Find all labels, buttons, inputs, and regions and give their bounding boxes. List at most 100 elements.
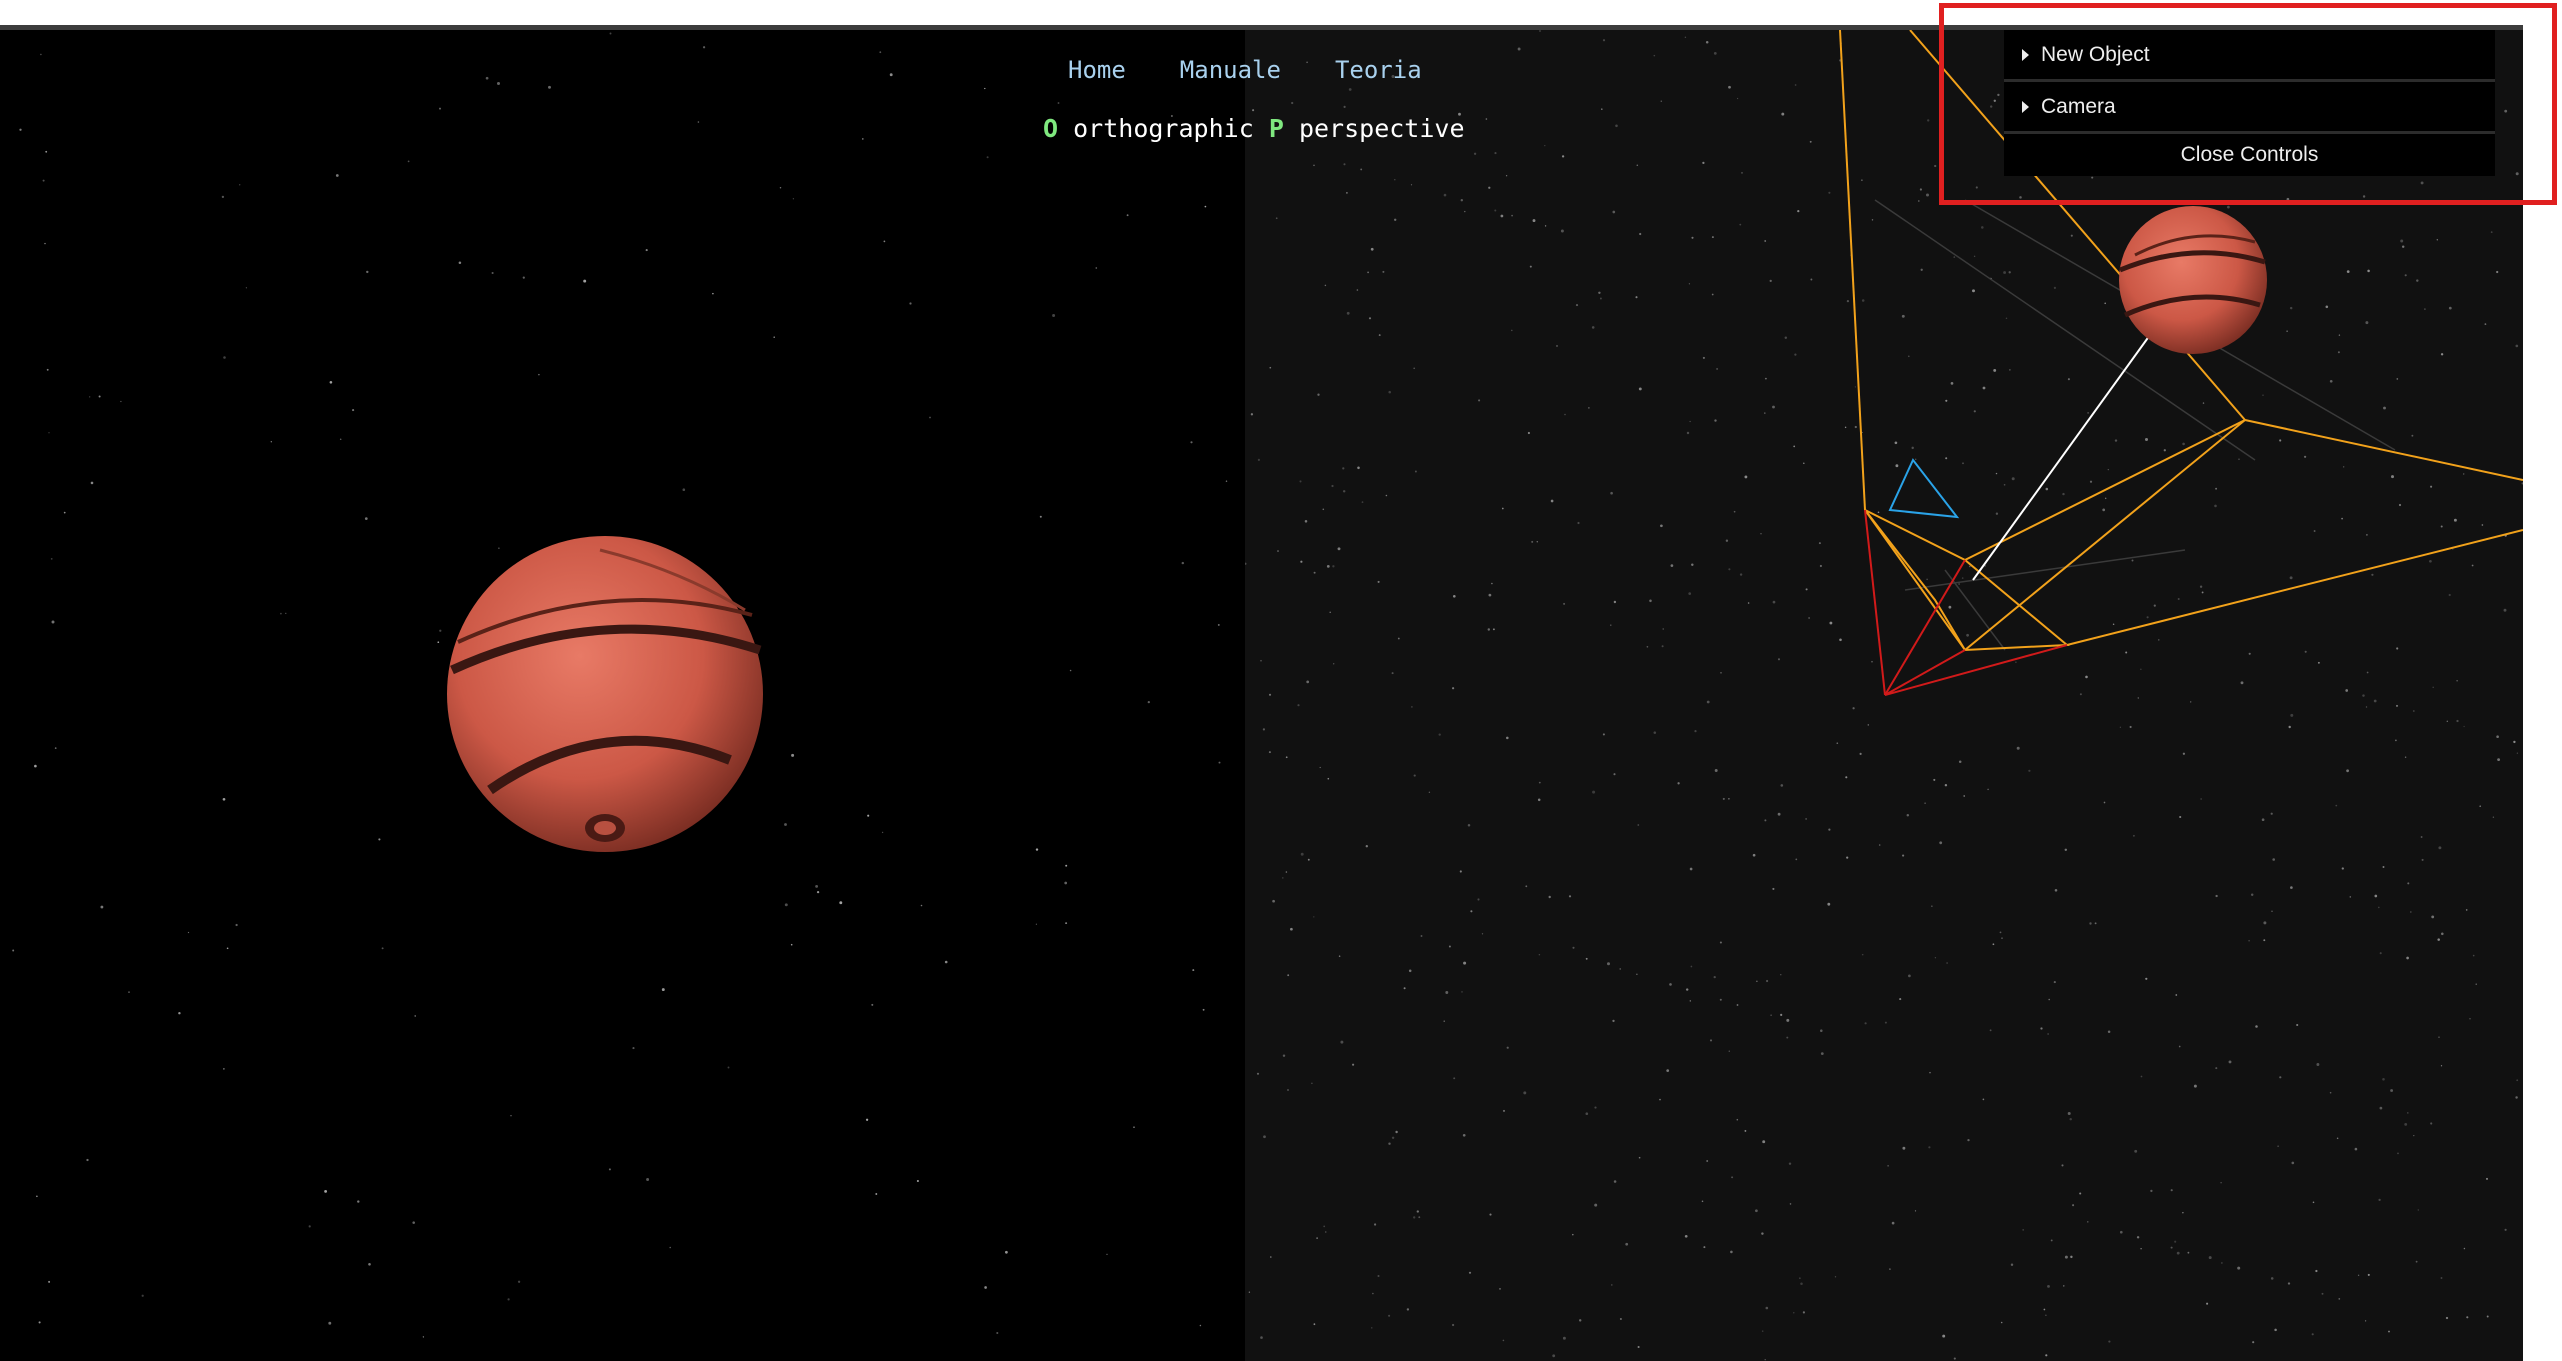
star — [1572, 946, 1575, 949]
star — [1794, 353, 1797, 356]
star — [1270, 1256, 1272, 1258]
star — [2456, 680, 2458, 682]
star — [2193, 1084, 2197, 1088]
star — [1666, 1069, 1670, 1072]
star — [1346, 192, 1348, 194]
camera-folder[interactable]: Camera — [2004, 82, 2495, 134]
star — [2215, 487, 2218, 490]
star — [2341, 867, 2344, 870]
star — [1313, 571, 1316, 574]
star — [1625, 1242, 1629, 1246]
star — [645, 249, 648, 252]
close-controls-button[interactable]: Close Controls — [2004, 134, 2495, 176]
star — [2175, 994, 2178, 996]
star — [1639, 232, 1642, 236]
star — [583, 279, 587, 283]
star — [1300, 560, 1303, 563]
star — [1728, 568, 1731, 571]
star — [2446, 720, 2449, 723]
star — [1793, 445, 1796, 448]
star — [1529, 265, 1532, 268]
star — [1993, 99, 1996, 102]
controls-panel: New Object Camera Close Controls — [2004, 30, 2495, 176]
star — [2050, 1239, 2053, 1242]
star — [2053, 286, 2056, 289]
star — [608, 1168, 611, 1171]
nav-link-manuale[interactable]: Manuale — [1180, 56, 1281, 84]
star — [2104, 497, 2107, 500]
star — [364, 517, 368, 520]
star — [44, 242, 46, 245]
nav-link-home[interactable]: Home — [1068, 56, 1126, 84]
star — [2150, 1189, 2153, 1193]
star — [2329, 1091, 2332, 1094]
persp-label: perspective — [1298, 114, 1465, 143]
star — [2401, 245, 2405, 248]
star — [2317, 661, 2320, 664]
star — [1945, 399, 1948, 402]
star — [1987, 788, 1989, 791]
star — [439, 107, 441, 110]
nav-link-teoria[interactable]: Teoria — [1335, 56, 1422, 84]
star — [2379, 1106, 2383, 1110]
star — [1065, 922, 1068, 925]
star — [1352, 1063, 1355, 1066]
star — [2015, 661, 2017, 663]
star — [1395, 1130, 1398, 1134]
star — [1820, 1052, 1824, 1055]
star — [2484, 323, 2487, 325]
star — [2412, 710, 2415, 712]
star — [223, 356, 226, 359]
star — [2430, 1122, 2433, 1125]
star — [1677, 782, 1680, 785]
helper-render-viewport[interactable] — [1245, 30, 2523, 1361]
star — [2286, 330, 2288, 332]
star — [1789, 1203, 1792, 1205]
star — [1391, 672, 1394, 675]
star — [324, 1189, 328, 1193]
star — [1568, 895, 1572, 898]
star — [1670, 564, 1674, 567]
star — [270, 441, 272, 443]
star — [2492, 816, 2495, 818]
star — [1488, 186, 1491, 189]
star — [1511, 214, 1513, 217]
star — [2289, 306, 2293, 310]
star — [1901, 314, 1905, 318]
star — [1599, 297, 1602, 300]
star — [1133, 1126, 1135, 1128]
star — [1052, 314, 1056, 317]
star — [1452, 687, 1455, 690]
new-object-folder[interactable]: New Object — [2004, 30, 2495, 82]
star — [1326, 565, 1330, 568]
star — [1982, 386, 1986, 390]
star — [2343, 466, 2345, 468]
star — [1538, 781, 1541, 784]
star — [42, 179, 45, 182]
star — [1342, 490, 1346, 493]
star — [2011, 477, 2015, 481]
star — [867, 814, 870, 817]
star — [522, 276, 525, 279]
star — [1225, 480, 1228, 482]
star — [2504, 1228, 2507, 1231]
star — [1967, 1138, 1970, 1142]
star — [1931, 905, 1933, 907]
star — [2146, 616, 2149, 619]
star — [1808, 617, 1810, 619]
star — [329, 381, 333, 384]
star — [2321, 1292, 2324, 1295]
star — [2338, 1298, 2341, 1300]
star — [1902, 854, 1905, 857]
star — [491, 271, 494, 275]
star — [1577, 521, 1580, 525]
main-render-viewport[interactable] — [0, 30, 1245, 1361]
star — [1714, 769, 1718, 772]
star — [1282, 877, 1284, 879]
star — [1416, 1210, 1419, 1213]
star — [1919, 188, 1922, 191]
star — [458, 261, 462, 265]
star — [1588, 407, 1590, 409]
star — [422, 1336, 425, 1338]
star — [1736, 1118, 1739, 1121]
